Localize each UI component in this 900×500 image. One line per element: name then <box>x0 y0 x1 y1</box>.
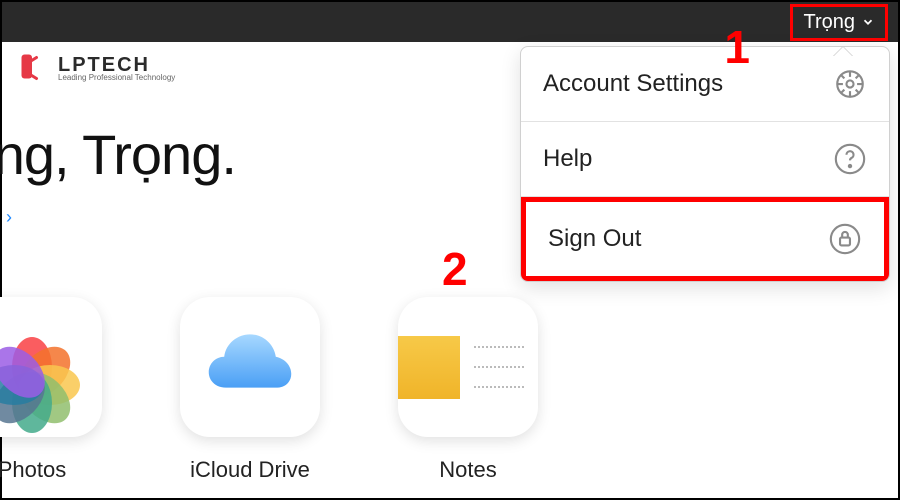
top-bar: Trọng <box>2 2 898 42</box>
app-tile-icloud-drive[interactable]: iCloud Drive <box>180 297 320 483</box>
app-tile-notes[interactable]: Notes <box>398 297 538 483</box>
user-name: Trọng <box>803 11 855 34</box>
menu-item-account-settings[interactable]: Account Settings <box>521 47 889 122</box>
app-label: Notes <box>439 457 496 483</box>
brand-logo: LPTECH Leading Professional Technology <box>14 50 175 86</box>
user-menu-trigger[interactable]: Trọng <box>790 4 888 41</box>
gear-icon <box>833 67 867 101</box>
app-label: iCloud Drive <box>190 457 310 483</box>
app-label: Photos <box>0 457 66 483</box>
menu-item-help[interactable]: Help <box>521 122 889 197</box>
logo-subtitle: Leading Professional Technology <box>58 73 175 82</box>
greeting-text: ening, Trọng. <box>0 122 236 187</box>
lock-icon <box>828 222 862 256</box>
cloud-icon <box>180 297 320 437</box>
annotation-2: 2 <box>442 242 468 296</box>
chevron-down-icon <box>861 15 875 29</box>
help-icon <box>833 142 867 176</box>
menu-item-label: Sign Out <box>548 225 641 253</box>
notes-icon <box>398 297 538 437</box>
photos-icon <box>0 297 102 437</box>
menu-item-label: Account Settings <box>543 70 723 98</box>
user-dropdown: Account Settings Help Sign Out <box>520 46 890 282</box>
app-tile-photos[interactable]: Photos <box>0 297 102 483</box>
app-grid: Photos iCloud Drive N <box>0 297 538 483</box>
logo-icon <box>14 50 50 86</box>
caret-icon: › <box>6 207 12 228</box>
menu-item-sign-out[interactable]: Sign Out <box>521 197 889 281</box>
menu-item-label: Help <box>543 145 592 173</box>
